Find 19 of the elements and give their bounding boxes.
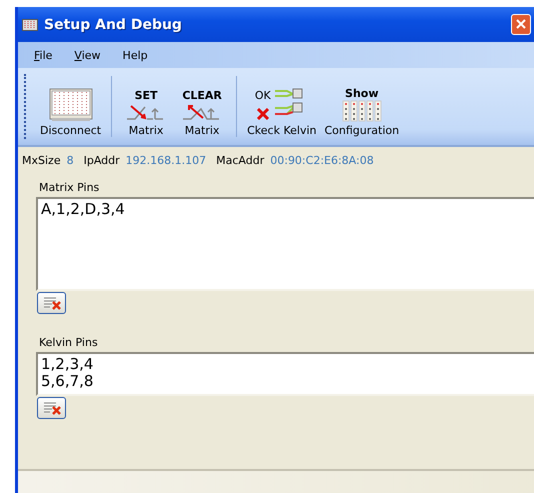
set-matrix-button[interactable]: SET Matrix — [118, 68, 174, 145]
show-configuration-button[interactable]: Show Configuration — [320, 68, 404, 145]
info-label: MacAddr — [216, 154, 264, 166]
check-kelvin-button[interactable]: OK Ckeck Kelvin — [243, 68, 320, 145]
menu-item[interactable]: View — [74, 48, 101, 62]
disconnect-button[interactable]: Disconnect — [36, 68, 106, 145]
pins-input-field[interactable]: A,1,2,D,3,4 — [36, 197, 534, 291]
field-label: Matrix Pins — [39, 181, 100, 194]
menu-item[interactable]: Help — [122, 48, 148, 62]
info-value: 192.168.1.107 — [126, 154, 206, 166]
info-value: 00:90:C2:E6:8A:08 — [270, 154, 374, 166]
info-label: MxSize — [22, 154, 61, 166]
field-label: Kelvin Pins — [39, 336, 99, 349]
info-label: IpAddr — [84, 154, 120, 166]
window-title: Setup And Debug — [44, 16, 183, 32]
clear-matrix-button[interactable]: CLEAR Matrix — [174, 68, 230, 145]
pins-input-field[interactable]: 1,2,3,4 5,6,7,8 — [36, 352, 534, 396]
menu-item[interactable]: File — [34, 48, 52, 62]
info-value: 8 — [66, 154, 74, 166]
